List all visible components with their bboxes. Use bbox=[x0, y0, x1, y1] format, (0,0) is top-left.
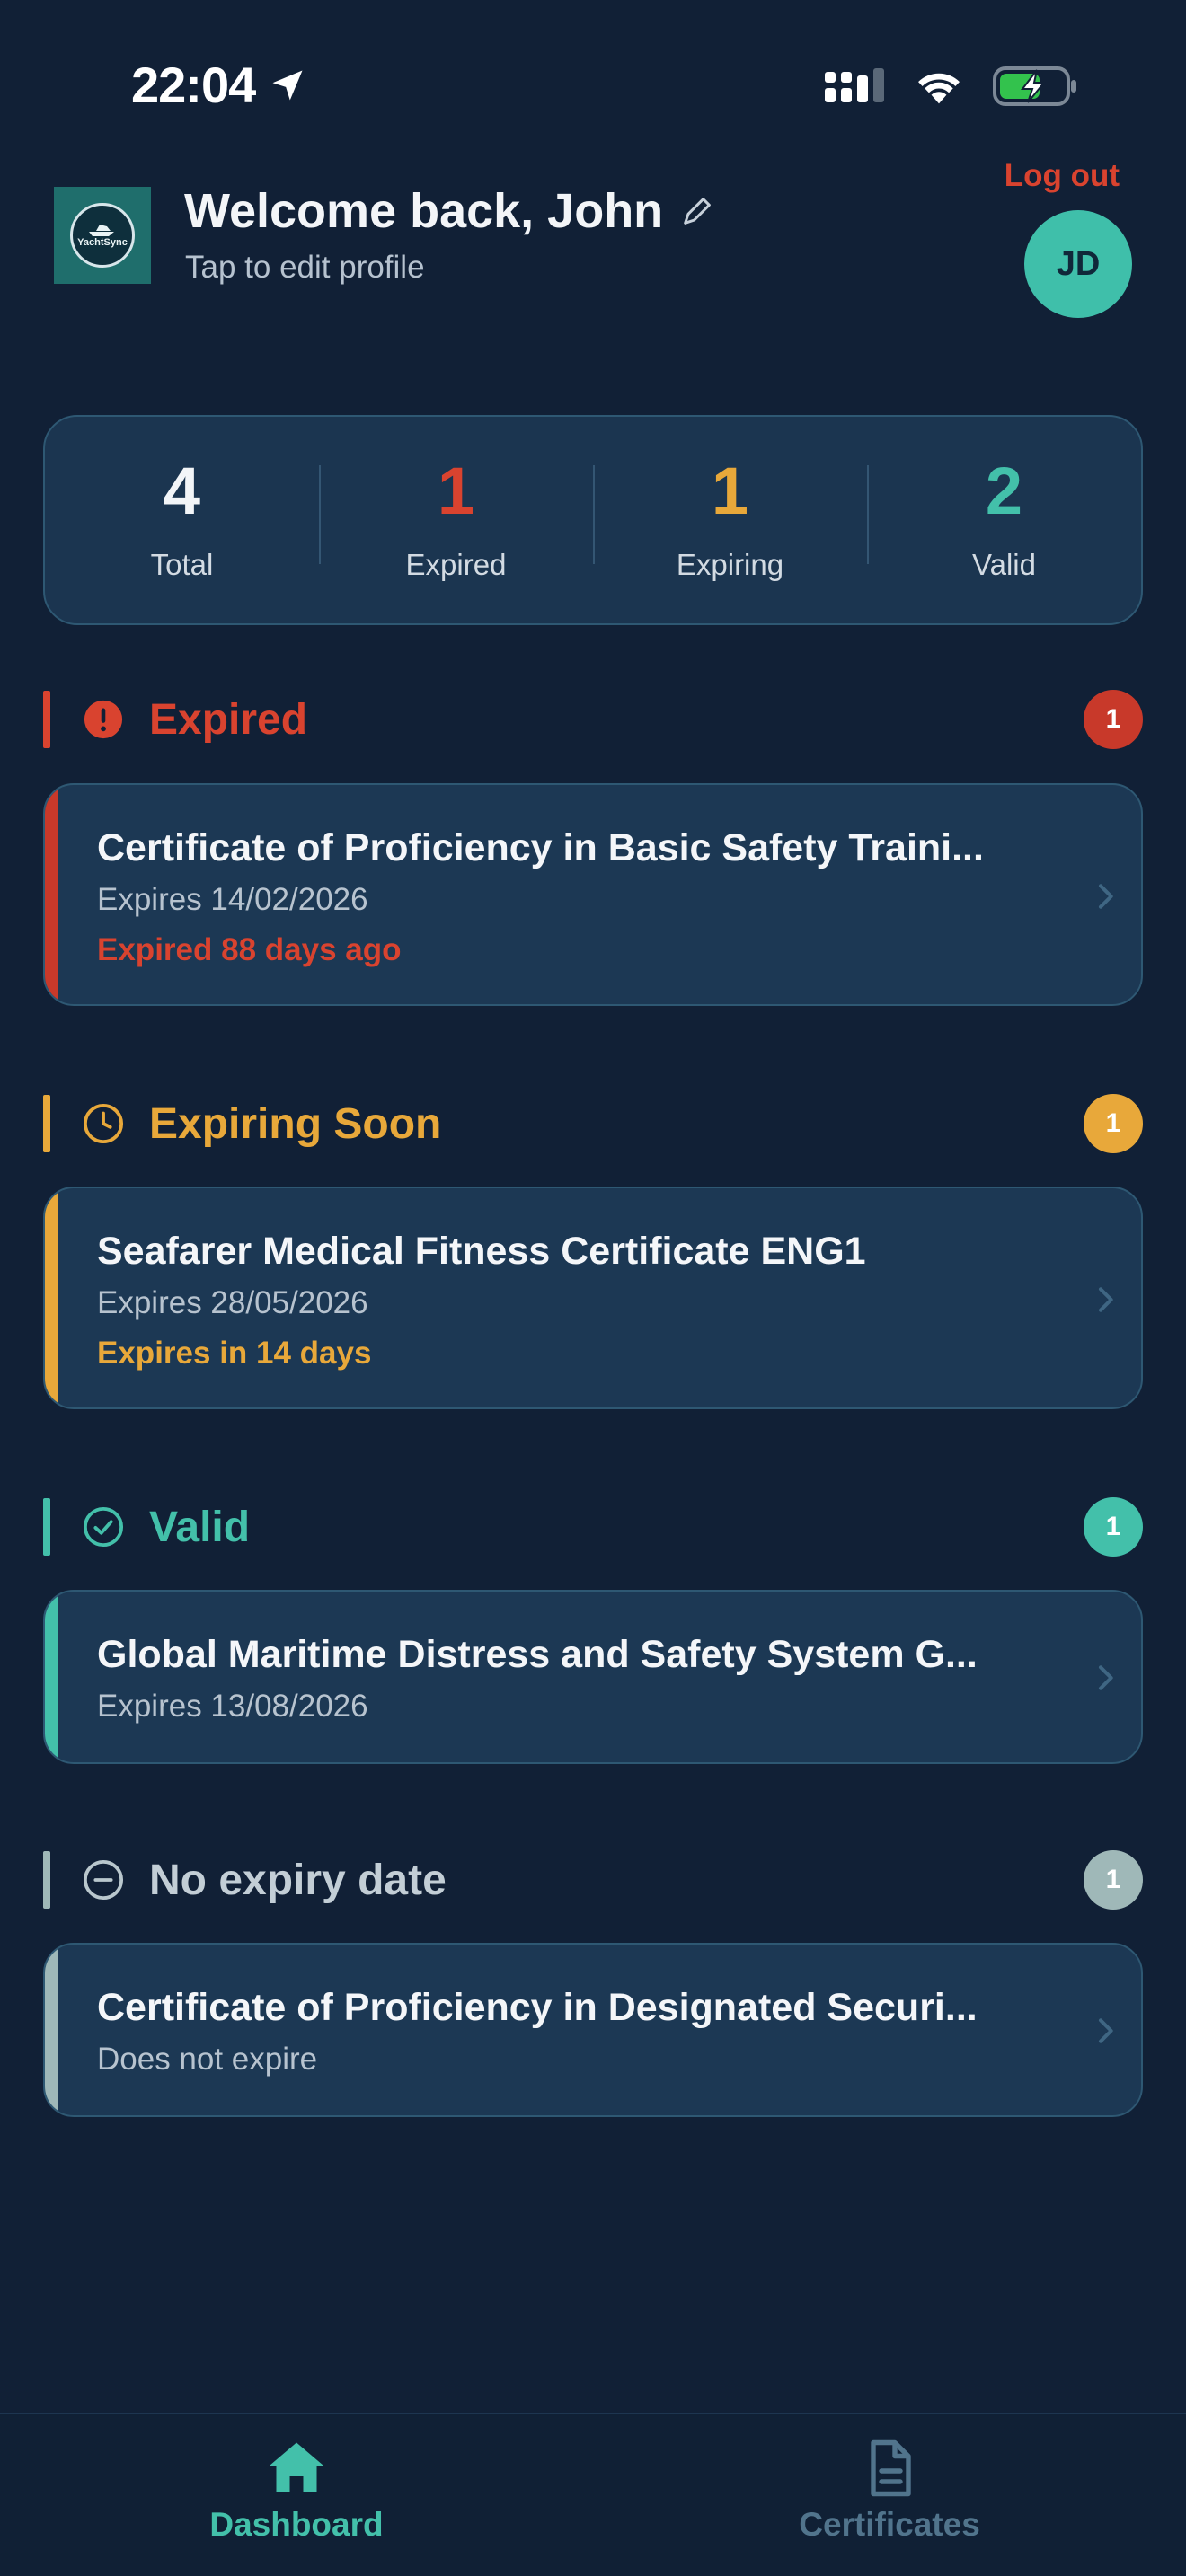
tab-dashboard-label: Dashboard bbox=[209, 2506, 384, 2543]
tab-certificates[interactable]: Certificates bbox=[782, 2436, 997, 2544]
certificate-card-valid[interactable]: Global Maritime Distress and Safety Syst… bbox=[43, 1590, 1143, 1764]
card-accent-bar bbox=[45, 1188, 58, 1407]
cellular-signal-icon bbox=[825, 68, 884, 102]
section-header-valid: Valid 1 bbox=[43, 1497, 1143, 1557]
certificate-title: Global Maritime Distress and Safety Syst… bbox=[97, 1633, 978, 1676]
document-icon bbox=[871, 2439, 911, 2497]
app-logo: YachtSync bbox=[54, 187, 151, 284]
count-badge-expiring: 1 bbox=[1084, 1094, 1143, 1153]
stat-expired: 1 Expired bbox=[319, 458, 593, 582]
certificate-status-text: Expires in 14 days bbox=[97, 1336, 372, 1371]
stat-total-label: Total bbox=[150, 548, 214, 581]
section-title-expiring: Expiring Soon bbox=[149, 1099, 442, 1148]
stat-expiring-value: 1 bbox=[711, 454, 749, 528]
certificate-expiry-date: Expires 28/05/2026 bbox=[97, 1285, 368, 1320]
chevron-right-icon bbox=[1099, 1287, 1113, 1312]
wifi-icon bbox=[918, 73, 960, 104]
welcome-heading[interactable]: Welcome back, John bbox=[184, 183, 715, 239]
stat-valid-label: Valid bbox=[972, 548, 1036, 581]
alert-circle-icon bbox=[83, 699, 124, 740]
tab-dashboard[interactable]: Dashboard bbox=[198, 2436, 395, 2544]
certificate-title: Seafarer Medical Fitness Certificate ENG… bbox=[97, 1230, 866, 1273]
avatar[interactable]: JD bbox=[1024, 210, 1132, 318]
section-header-expired: Expired 1 bbox=[43, 690, 1143, 749]
location-arrow-icon bbox=[272, 70, 303, 100]
chevron-right-icon bbox=[1099, 884, 1113, 909]
chevron-right-icon bbox=[1099, 1665, 1113, 1690]
certificate-status-text: Expired 88 days ago bbox=[97, 932, 402, 967]
logout-button[interactable]: Log out bbox=[1005, 158, 1120, 194]
stat-valid-value: 2 bbox=[985, 454, 1023, 528]
section-accent-bar bbox=[43, 1851, 50, 1909]
stat-total-value: 4 bbox=[163, 454, 201, 528]
section-title-valid: Valid bbox=[149, 1503, 251, 1551]
stats-summary-card: 4 Total 1 Expired 1 Expiring 2 Valid bbox=[43, 415, 1143, 625]
clock-icon bbox=[83, 1103, 124, 1144]
stat-expiring: 1 Expiring bbox=[593, 458, 867, 582]
certificate-title: Certificate of Proficiency in Designated… bbox=[97, 1986, 978, 2029]
certificate-card-no-expiry[interactable]: Certificate of Proficiency in Designated… bbox=[43, 1943, 1143, 2117]
bottom-tab-bar: Dashboard Certificates bbox=[0, 2413, 1186, 2576]
stat-total: 4 Total bbox=[45, 458, 319, 582]
logo-emblem: YachtSync bbox=[70, 203, 135, 268]
count-badge-valid: 1 bbox=[1084, 1497, 1143, 1557]
stat-valid: 2 Valid bbox=[867, 458, 1141, 582]
card-accent-bar bbox=[45, 1592, 58, 1762]
card-accent-bar bbox=[45, 1945, 58, 2115]
section-header-expiring: Expiring Soon 1 bbox=[43, 1094, 1143, 1153]
section-title-no-expiry: No expiry date bbox=[149, 1856, 447, 1904]
status-bar-time: 22:04 bbox=[131, 56, 307, 114]
time-text: 22:04 bbox=[131, 57, 256, 113]
section-accent-bar bbox=[43, 1095, 50, 1152]
card-accent-bar bbox=[45, 785, 58, 1004]
battery-charging-icon bbox=[993, 66, 1076, 106]
chevron-right-icon bbox=[1099, 2018, 1113, 2043]
section-title-expired: Expired bbox=[149, 695, 308, 744]
certificate-expiry-date: Expires 13/08/2026 bbox=[97, 1689, 368, 1724]
count-badge-no-expiry: 1 bbox=[1084, 1850, 1143, 1910]
stat-expired-value: 1 bbox=[437, 454, 475, 528]
section-accent-bar bbox=[43, 691, 50, 748]
section-header-no-expiry: No expiry date 1 bbox=[43, 1850, 1143, 1910]
welcome-text: Welcome back, John bbox=[184, 184, 664, 238]
home-icon bbox=[270, 2442, 323, 2492]
certificate-expiry-date: Expires 14/02/2026 bbox=[97, 882, 368, 917]
certificate-title: Certificate of Proficiency in Basic Safe… bbox=[97, 826, 984, 869]
check-circle-icon bbox=[83, 1506, 124, 1548]
tab-certificates-label: Certificates bbox=[799, 2506, 980, 2543]
yacht-icon bbox=[89, 225, 114, 236]
certificate-card-expiring[interactable]: Seafarer Medical Fitness Certificate ENG… bbox=[43, 1187, 1143, 1409]
minus-circle-icon bbox=[83, 1859, 124, 1901]
status-bar-indicators bbox=[823, 65, 1078, 108]
section-accent-bar bbox=[43, 1498, 50, 1556]
logo-text: YachtSync bbox=[77, 237, 128, 248]
count-badge-expired: 1 bbox=[1084, 690, 1143, 749]
edit-profile-hint[interactable]: Tap to edit profile bbox=[185, 250, 425, 286]
certificate-card-expired[interactable]: Certificate of Proficiency in Basic Safe… bbox=[43, 783, 1143, 1006]
certificate-expiry-note: Does not expire bbox=[97, 2042, 318, 2077]
stat-expiring-label: Expiring bbox=[676, 548, 784, 581]
stat-expired-label: Expired bbox=[405, 548, 507, 581]
pencil-icon[interactable] bbox=[679, 193, 715, 229]
